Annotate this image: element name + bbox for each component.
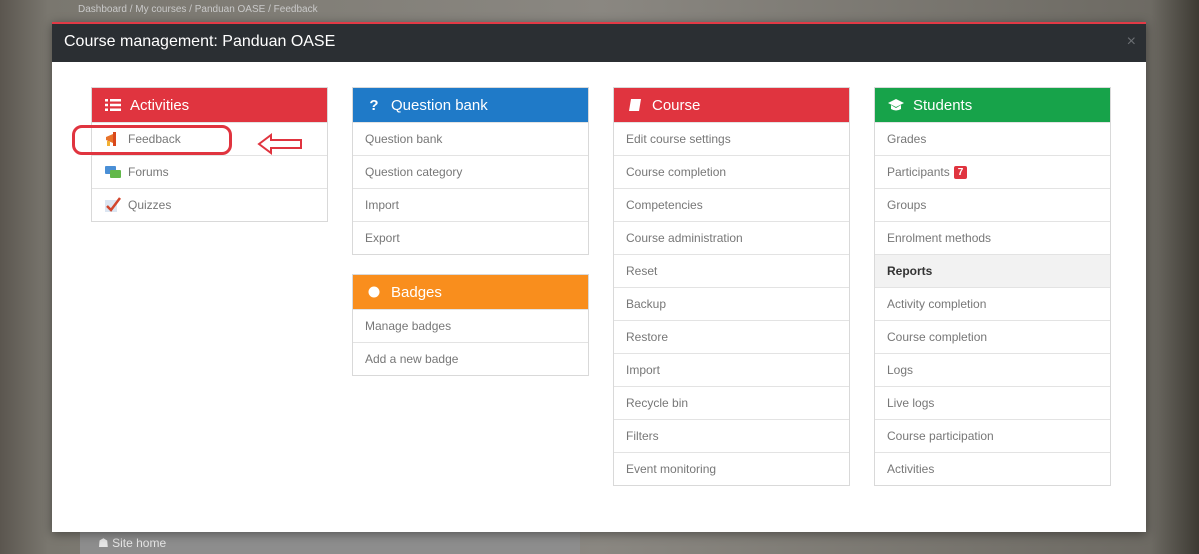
badges-item-manage-badges[interactable]: Manage badges bbox=[353, 309, 588, 342]
participants-count-badge: 7 bbox=[953, 165, 968, 179]
course-item-backup[interactable]: Backup bbox=[614, 287, 849, 320]
site-home-label: Site home bbox=[112, 536, 167, 550]
course-item-restore[interactable]: Restore bbox=[614, 320, 849, 353]
badges-title: Badges bbox=[391, 283, 442, 301]
students-item-participants[interactable]: Participants 7 bbox=[875, 155, 1110, 188]
reports-item-activity-completion[interactable]: Activity completion bbox=[875, 287, 1110, 320]
question-mark-icon: ? bbox=[369, 96, 379, 114]
course-item-import[interactable]: Import bbox=[614, 353, 849, 386]
activity-label: Quizzes bbox=[128, 198, 172, 212]
question-bank-item-import[interactable]: Import bbox=[353, 188, 588, 221]
list-icon bbox=[104, 98, 122, 112]
annotation-arrow-icon bbox=[257, 133, 302, 155]
badges-item-add-new-badge[interactable]: Add a new badge bbox=[353, 342, 588, 375]
forum-icon bbox=[104, 164, 122, 180]
reports-item-course-completion[interactable]: Course completion bbox=[875, 320, 1110, 353]
modal-header: Course management: Panduan OASE × bbox=[52, 22, 1146, 62]
course-item-edit-settings[interactable]: Edit course settings bbox=[614, 122, 849, 155]
course-item-competencies[interactable]: Competencies bbox=[614, 188, 849, 221]
activity-item-forums[interactable]: Forums bbox=[92, 155, 327, 188]
reports-item-logs[interactable]: Logs bbox=[875, 353, 1110, 386]
reports-item-activities[interactable]: Activities bbox=[875, 452, 1110, 485]
students-title: Students bbox=[913, 96, 973, 114]
question-bank-item-export[interactable]: Export bbox=[353, 221, 588, 254]
reports-item-live-logs[interactable]: Live logs bbox=[875, 386, 1110, 419]
course-item-recycle-bin[interactable]: Recycle bin bbox=[614, 386, 849, 419]
participants-label: Participants bbox=[887, 165, 950, 179]
book-icon bbox=[626, 98, 644, 112]
students-header: Students bbox=[875, 88, 1110, 122]
modal-title: Course management: Panduan OASE bbox=[64, 33, 336, 50]
course-header: Course bbox=[614, 88, 849, 122]
students-item-enrolment-methods[interactable]: Enrolment methods bbox=[875, 221, 1110, 254]
close-button[interactable]: × bbox=[1127, 33, 1136, 51]
badges-panel: Badges Manage badges Add a new badge bbox=[352, 274, 589, 376]
course-title: Course bbox=[652, 96, 701, 114]
question-bank-title: Question bank bbox=[391, 96, 488, 114]
reports-section-header: Reports bbox=[875, 254, 1110, 287]
question-bank-item-question-bank[interactable]: Question bank bbox=[353, 122, 588, 155]
question-bank-header: ? Question bank bbox=[353, 88, 588, 122]
course-panel: Course Edit course settings Course compl… bbox=[613, 87, 850, 486]
home-icon: ☗ bbox=[98, 536, 113, 550]
annotation-highlight-box bbox=[72, 125, 232, 155]
question-bank-item-question-category[interactable]: Question category bbox=[353, 155, 588, 188]
students-item-groups[interactable]: Groups bbox=[875, 188, 1110, 221]
activities-title: Activities bbox=[130, 96, 190, 114]
students-panel: Students Grades Participants 7 Groups En… bbox=[874, 87, 1111, 486]
course-item-course-administration[interactable]: Course administration bbox=[614, 221, 849, 254]
quiz-check-icon bbox=[104, 197, 122, 213]
course-item-filters[interactable]: Filters bbox=[614, 419, 849, 452]
students-item-grades[interactable]: Grades bbox=[875, 122, 1110, 155]
question-bank-panel: ? Question bank Question bank Question c… bbox=[352, 87, 589, 255]
reports-item-course-participation[interactable]: Course participation bbox=[875, 419, 1110, 452]
badge-circle-icon bbox=[365, 286, 383, 298]
graduation-cap-icon bbox=[887, 98, 905, 112]
breadcrumb: Dashboard / My courses / Panduan OASE / … bbox=[78, 4, 318, 15]
course-item-event-monitoring[interactable]: Event monitoring bbox=[614, 452, 849, 485]
course-item-course-completion[interactable]: Course completion bbox=[614, 155, 849, 188]
badges-header: Badges bbox=[353, 275, 588, 309]
site-home-link[interactable]: ☗ Site home bbox=[80, 530, 580, 554]
activity-label: Forums bbox=[128, 165, 169, 179]
course-item-reset[interactable]: Reset bbox=[614, 254, 849, 287]
activity-item-quizzes[interactable]: Quizzes bbox=[92, 188, 327, 221]
activities-header: Activities bbox=[92, 88, 327, 122]
